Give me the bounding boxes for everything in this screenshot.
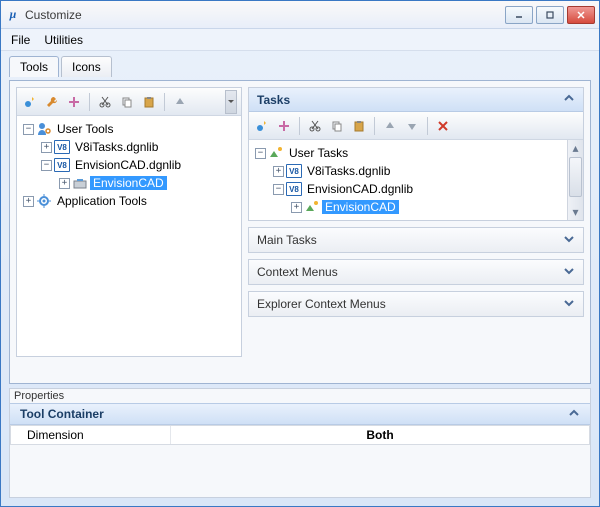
titlebar: μ Customize (1, 1, 599, 29)
property-value[interactable]: Both (171, 426, 589, 444)
node-app-tools[interactable]: Application Tools (54, 194, 150, 208)
cut-icon[interactable] (306, 117, 324, 135)
wrench-icon[interactable] (43, 93, 61, 111)
node-v8i-lib[interactable]: V8iTasks.dgnlib (304, 164, 393, 178)
node-env-lib[interactable]: EnvisionCAD.dgnlib (304, 182, 416, 196)
explorer-context-menus-label: Explorer Context Menus (257, 297, 386, 311)
chevron-up-icon (563, 92, 575, 107)
v8-icon: V8 (54, 139, 70, 155)
main-tasks-panel: Main Tasks (248, 227, 584, 253)
v8-icon: V8 (286, 181, 302, 197)
scroll-down-icon[interactable]: ▾ (568, 204, 583, 220)
context-menus-panel: Context Menus (248, 259, 584, 285)
context-menus-label: Context Menus (257, 265, 338, 279)
toolbar-grip-icon[interactable] (225, 90, 237, 114)
tab-page-tools: − User Tools + V8 V8iTasks.dgnlib − V8 E… (9, 80, 591, 384)
tasks-panel: Tasks (248, 87, 584, 221)
expand-icon[interactable]: + (41, 142, 52, 153)
insert-icon[interactable] (65, 93, 83, 111)
app-tools-icon (36, 193, 52, 209)
node-envisioncad[interactable]: EnvisionCAD (90, 176, 167, 190)
down-arrow-icon[interactable] (403, 117, 421, 135)
copy-icon[interactable] (328, 117, 346, 135)
context-menus-header[interactable]: Context Menus (249, 260, 583, 284)
left-tree[interactable]: − User Tools + V8 V8iTasks.dgnlib − V8 E… (17, 116, 241, 356)
right-pane: Tasks (248, 87, 584, 377)
copy-icon[interactable] (118, 93, 136, 111)
insert-icon[interactable] (275, 117, 293, 135)
tab-tools[interactable]: Tools (9, 56, 59, 77)
customize-window: μ Customize File Utilities Tools Icons (0, 0, 600, 507)
right-toolbar (249, 112, 583, 140)
chevron-up-icon (568, 407, 580, 422)
new-task-icon[interactable] (253, 117, 271, 135)
explorer-context-menus-header[interactable]: Explorer Context Menus (249, 292, 583, 316)
paste-icon[interactable] (350, 117, 368, 135)
main-tasks-label: Main Tasks (257, 233, 317, 247)
main-tasks-header[interactable]: Main Tasks (249, 228, 583, 252)
maximize-button[interactable] (536, 6, 564, 24)
up-arrow-icon[interactable] (381, 117, 399, 135)
node-v8i-lib[interactable]: V8iTasks.dgnlib (72, 140, 161, 154)
property-key: Dimension (11, 426, 171, 444)
paste-icon[interactable] (140, 93, 158, 111)
expand-icon[interactable]: + (23, 196, 34, 207)
task-leaf-icon (304, 199, 320, 215)
scroll-thumb[interactable] (569, 157, 582, 197)
collapse-icon[interactable]: − (255, 148, 266, 159)
v8-icon: V8 (286, 163, 302, 179)
properties-label: Properties (10, 389, 590, 403)
scrollbar[interactable]: ▴ ▾ (567, 140, 583, 220)
window-title: Customize (25, 8, 505, 22)
menu-utilities[interactable]: Utilities (44, 33, 83, 47)
tool-container-label: Tool Container (20, 407, 104, 421)
expand-icon[interactable]: + (273, 166, 284, 177)
minimize-button[interactable] (505, 6, 533, 24)
scroll-up-icon[interactable]: ▴ (568, 140, 583, 156)
menubar: File Utilities (1, 29, 599, 51)
node-env-lib[interactable]: EnvisionCAD.dgnlib (72, 158, 184, 172)
cut-icon[interactable] (96, 93, 114, 111)
node-user-tasks[interactable]: User Tasks (286, 146, 351, 160)
chevron-down-icon (563, 233, 575, 248)
properties-pane: Properties Tool Container Dimension Both (9, 388, 591, 498)
v8-icon: V8 (54, 157, 70, 173)
collapse-icon[interactable]: − (23, 124, 34, 135)
tasks-header[interactable]: Tasks (249, 88, 583, 112)
tool-container-header[interactable]: Tool Container (10, 403, 590, 425)
toolbox-icon (72, 175, 88, 191)
close-button[interactable] (567, 6, 595, 24)
explorer-context-menus-panel: Explorer Context Menus (248, 291, 584, 317)
right-tree[interactable]: − User Tasks + V8 V8iTasks.dgnlib − (249, 140, 567, 220)
node-envisioncad[interactable]: EnvisionCAD (322, 200, 399, 214)
tab-icons[interactable]: Icons (61, 56, 112, 77)
expand-icon[interactable]: + (59, 178, 70, 189)
left-pane: − User Tools + V8 V8iTasks.dgnlib − V8 E… (16, 87, 242, 357)
left-toolbar (17, 88, 241, 116)
chevron-down-icon (563, 265, 575, 280)
menu-file[interactable]: File (11, 33, 30, 47)
tab-strip: Tools Icons (9, 56, 591, 77)
expand-icon[interactable]: + (291, 202, 302, 213)
collapse-icon[interactable]: − (41, 160, 52, 171)
user-tasks-icon (268, 145, 284, 161)
up-arrow-icon[interactable] (171, 93, 189, 111)
chevron-down-icon (563, 297, 575, 312)
delete-icon[interactable] (434, 117, 452, 135)
new-tool-icon[interactable] (21, 93, 39, 111)
app-icon: μ (5, 7, 21, 23)
user-tools-icon (36, 121, 52, 137)
node-user-tools[interactable]: User Tools (54, 122, 116, 136)
tasks-header-label: Tasks (257, 93, 290, 107)
property-row-dimension[interactable]: Dimension Both (10, 425, 590, 445)
collapse-icon[interactable]: − (273, 184, 284, 195)
